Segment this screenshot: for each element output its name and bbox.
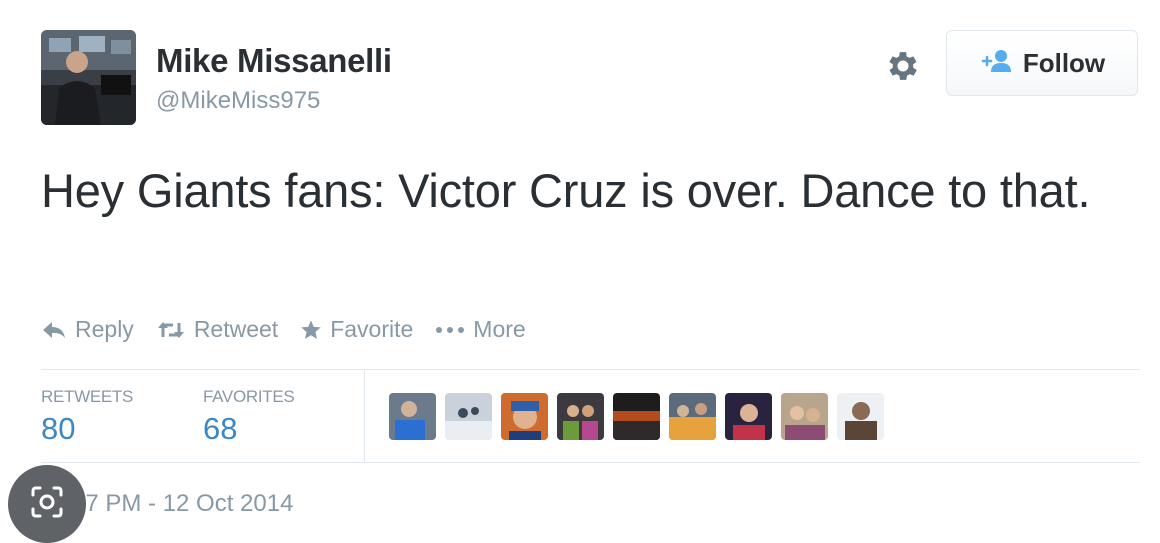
stats-bottom-divider [41,462,1140,463]
star-icon [300,319,322,341]
gear-icon[interactable] [884,47,922,85]
favoriter-avatar[interactable] [725,393,772,440]
retweet-icon [156,320,186,340]
tweet-actions: Reply Retweet Favorite More [41,316,548,343]
favorites-stat[interactable]: FAVORITES 68 [203,387,295,447]
lens-button[interactable] [8,465,86,543]
retweet-button[interactable]: Retweet [156,316,278,343]
favorites-label: FAVORITES [203,387,295,406]
favoriter-avatar[interactable] [781,393,828,440]
retweets-count: 80 [41,411,76,446]
reply-button[interactable]: Reply [41,316,134,343]
favoriter-avatar[interactable] [445,393,492,440]
more-icon [435,325,465,335]
reply-icon [41,320,67,340]
favoriter-avatar[interactable] [389,393,436,440]
favorite-label: Favorite [330,316,414,342]
camera-icon [27,482,67,527]
favorites-count: 68 [203,411,238,446]
favoriters-list [389,393,884,440]
tweet-text: Hey Giants fans: Victor Cruz is over. Da… [41,164,1091,217]
stats-vertical-divider [364,370,365,462]
add-user-icon [979,48,1013,79]
more-label: More [473,316,526,342]
follow-label: Follow [1022,47,1106,78]
stats-top-divider [41,369,1140,370]
follow-button[interactable]: Follow [946,30,1138,96]
avatar[interactable] [41,30,136,125]
favoriter-avatar[interactable] [613,393,660,440]
user-handle[interactable]: @MikeMiss975 [156,87,320,115]
more-button[interactable]: More [435,316,526,343]
favoriter-avatar[interactable] [669,393,716,440]
favorite-button[interactable]: Favorite [300,316,413,343]
retweet-label: Retweet [193,316,279,342]
retweets-stat[interactable]: RETWEETS 80 [41,387,133,447]
favoriter-avatar[interactable] [837,393,884,440]
favoriter-avatar[interactable] [501,393,548,440]
favoriter-avatar[interactable] [557,393,604,440]
tweet-timestamp[interactable]: 27 PM - 12 Oct 2014 [72,490,293,518]
user-name[interactable]: Mike Missanelli [156,42,392,80]
reply-label: Reply [75,316,134,342]
retweets-label: RETWEETS [41,387,134,406]
